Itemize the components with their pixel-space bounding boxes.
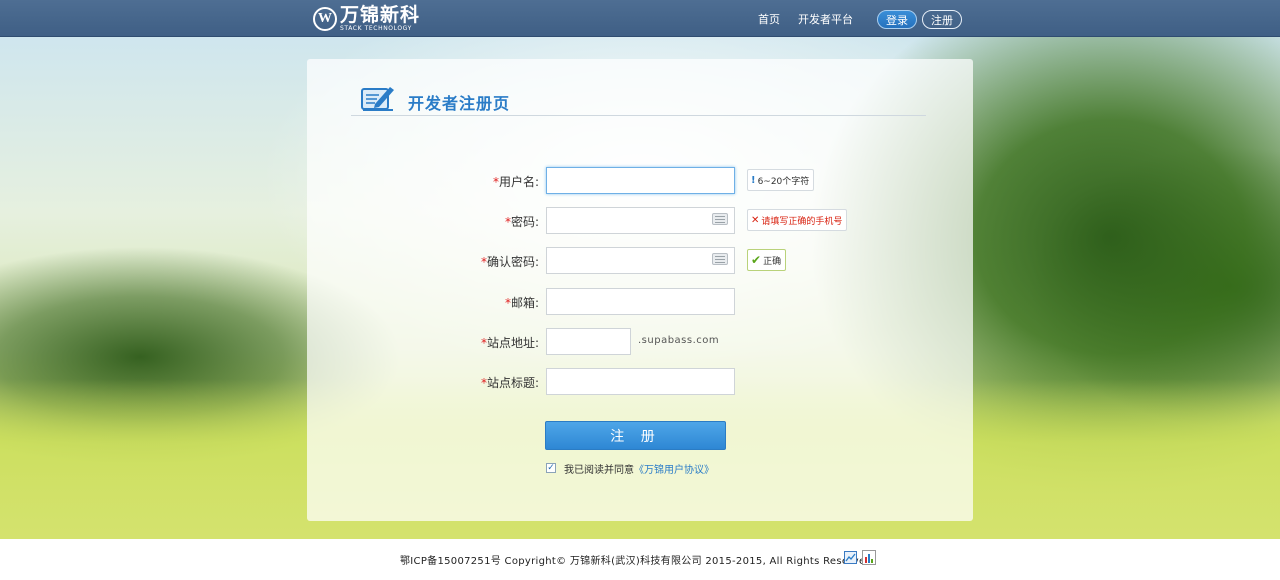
card-header: 开发者注册页 — [351, 81, 926, 116]
agree-text: 我已阅读并同意 — [564, 464, 634, 476]
check-icon: ✔ — [751, 253, 762, 267]
register-card: 开发者注册页 *用户名: ! 6~20个字符 *密码: ✕ 请填写正确的手机号 *确… — [307, 59, 973, 521]
username-hint: ! 6~20个字符 — [747, 169, 815, 191]
page-title: 开发者注册页 — [408, 94, 511, 113]
site-url-label: *站点地址: — [480, 336, 539, 350]
password-input[interactable] — [546, 207, 735, 234]
error-icon: ✕ — [751, 214, 760, 226]
site-title-label: *站点标题: — [480, 376, 539, 390]
agree-checkbox[interactable]: ✓ — [546, 463, 556, 473]
confirm-password-label: *确认密码: — [480, 255, 539, 269]
login-button[interactable]: 登录 — [877, 10, 917, 29]
site-title-input[interactable] — [546, 368, 735, 395]
form-row-password: *密码: ✕ 请填写正确的手机号 — [307, 207, 973, 234]
info-icon: ! — [751, 174, 756, 186]
stats-chart-icon[interactable] — [844, 551, 857, 564]
password-label: *密码: — [504, 215, 539, 229]
username-input[interactable] — [546, 167, 735, 194]
keyboard-icon[interactable] — [712, 253, 728, 265]
site-url-input[interactable] — [546, 328, 631, 355]
confirm-password-input[interactable] — [546, 247, 735, 274]
form-row-email: *邮箱: — [307, 288, 973, 315]
username-label: *用户名: — [492, 175, 539, 189]
password-error: ✕ 请填写正确的手机号 — [747, 209, 848, 231]
footer-copyright: 鄂ICP备15007251号 Copyright© 万锦新科(武汉)科技有限公司… — [400, 556, 876, 567]
nav-developer-link[interactable]: 开发者平台 — [798, 11, 853, 27]
logo[interactable]: W 万锦新科 STACK TECHNOLOGY — [313, 4, 420, 34]
confirm-password-ok: ✔ 正确 — [747, 249, 787, 271]
email-label: *邮箱: — [504, 296, 539, 310]
logo-icon: W — [313, 7, 337, 31]
form-row-username: *用户名: ! 6~20个字符 — [307, 167, 973, 194]
form-row-confirm-password: *确认密码: ✔ 正确 — [307, 247, 973, 274]
submit-register-button[interactable]: 注 册 — [545, 421, 726, 450]
top-bar: W 万锦新科 STACK TECHNOLOGY 首页 开发者平台 登录 注册 — [0, 0, 1280, 37]
logo-subtitle: STACK TECHNOLOGY — [340, 25, 412, 32]
form-row-site-title: *站点标题: — [307, 368, 973, 395]
register-button[interactable]: 注册 — [922, 10, 962, 29]
keyboard-icon[interactable] — [712, 213, 728, 225]
edit-note-icon — [361, 87, 394, 111]
form-row-site-url: *站点地址: .supabass.com — [307, 328, 973, 355]
email-input[interactable] — [546, 288, 735, 315]
bar-chart-icon[interactable] — [862, 550, 876, 565]
site-url-suffix: .supabass.com — [638, 335, 720, 346]
agreement-row: ✓ 我已阅读并同意 《万锦用户协议》 — [546, 460, 714, 476]
logo-name: 万锦新科 — [340, 4, 421, 26]
footer: 鄂ICP备15007251号 Copyright© 万锦新科(武汉)科技有限公司… — [0, 539, 1280, 580]
nav-home-link[interactable]: 首页 — [758, 11, 780, 27]
agreement-link[interactable]: 《万锦用户协议》 — [634, 461, 714, 476]
